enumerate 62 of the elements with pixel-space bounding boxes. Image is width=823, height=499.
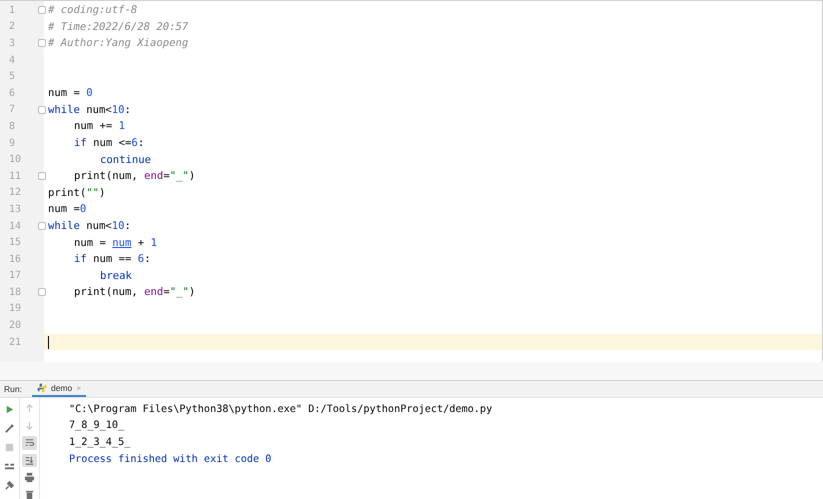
line-number: 19	[8, 303, 22, 314]
line-number: 15	[8, 237, 22, 248]
code-editor[interactable]	[0, 0, 823, 362]
code-line: num = 0	[48, 87, 93, 100]
console-line: 7_8_9_10_	[69, 419, 126, 434]
line-number: 7	[8, 104, 16, 116]
stop-icon[interactable]	[4, 442, 15, 453]
fold-marker-icon[interactable]	[38, 106, 46, 114]
line-number: 14	[8, 220, 22, 232]
code-line: # Time:2022/6/28 20:57	[48, 20, 188, 33]
line-number: 21	[8, 336, 22, 348]
soft-wrap-icon[interactable]	[24, 437, 35, 448]
code-line: num = num + 1	[74, 236, 157, 249]
console-line: 1_2_3_4_5_	[69, 436, 132, 450]
code-line: print(num, end="_")	[74, 170, 196, 182]
line-number: 12	[8, 187, 22, 198]
text-caret	[48, 336, 49, 349]
code-line: # Author:Yang Xiaopeng	[48, 37, 188, 50]
code-line: while num<10:	[48, 104, 131, 116]
fold-marker-icon[interactable]	[38, 6, 46, 14]
line-number: 8	[8, 120, 16, 132]
console-line: "C:\Program Files\Python38\python.exe" D:/Tools/pythonProject/demo.py	[69, 402, 492, 417]
console-line: Process finished with exit code 0	[69, 452, 272, 467]
code-line: num += 1	[74, 120, 126, 132]
line-number: 10	[8, 154, 22, 166]
run-icon[interactable]	[4, 404, 15, 415]
code-line: while num<10:	[48, 220, 131, 232]
line-number: 18	[8, 286, 22, 298]
layout-icon[interactable]	[4, 461, 15, 472]
code-line: print(num, end="_")	[74, 286, 196, 298]
line-number: 1	[8, 4, 16, 16]
down-arrow-icon[interactable]	[24, 420, 35, 432]
line-number: 11	[8, 170, 22, 182]
code-line: print("")	[48, 186, 106, 199]
fold-marker-icon[interactable]	[38, 222, 46, 230]
line-number: 20	[8, 320, 22, 332]
code-line: if num == 6:	[74, 253, 151, 266]
printer-icon[interactable]	[24, 472, 35, 483]
line-number: 13	[8, 204, 22, 215]
line-number: 17	[8, 270, 22, 282]
line-number: 5	[8, 71, 16, 82]
fold-marker-icon[interactable]	[38, 172, 46, 180]
fold-marker-icon[interactable]	[38, 39, 46, 48]
fold-marker-icon[interactable]	[38, 288, 46, 296]
line-number: 9	[8, 138, 16, 149]
line-number: 6	[8, 88, 16, 99]
scroll-to-end-icon[interactable]	[24, 454, 35, 466]
horizontal-scrollbar[interactable]	[0, 362, 823, 381]
up-arrow-icon[interactable]	[24, 403, 35, 414]
code-line: # coding:utf-8	[48, 4, 138, 16]
code-line: if num <=6:	[74, 137, 144, 150]
run-label: Run:	[3, 383, 23, 396]
run-tab[interactable]: demo ×	[32, 381, 86, 397]
python-icon	[36, 383, 47, 393]
code-line: num =0	[48, 203, 86, 216]
code-line: break	[100, 270, 132, 282]
line-number: 3	[8, 38, 16, 49]
line-number: 16	[8, 254, 22, 265]
trash-icon[interactable]	[24, 488, 35, 499]
line-number: 2	[8, 21, 16, 32]
line-number: 4	[8, 54, 16, 66]
code-line: continue	[100, 154, 152, 166]
